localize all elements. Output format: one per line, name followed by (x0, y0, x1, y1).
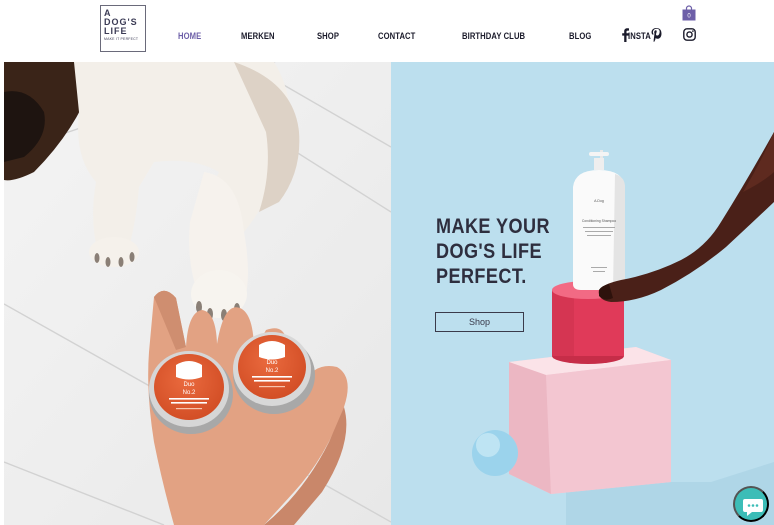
hero-headline-line-2: DOG'S LIFE (436, 240, 542, 263)
nav-item-merken[interactable]: MERKEN (241, 31, 275, 41)
site-header: A DOG'S LIFE MAKE IT PERFECT HOME MERKEN… (0, 0, 774, 62)
nav-item-contact[interactable]: CONTACT (378, 31, 415, 41)
hero-image-left: Duo No.2 Duo No.2 (4, 62, 391, 525)
site-logo[interactable]: A DOG'S LIFE MAKE IT PERFECT (100, 5, 146, 52)
chat-button[interactable] (733, 486, 769, 522)
bottle-label: Conditioning Shampoo (582, 219, 616, 223)
main-nav: HOME MERKEN SHOP CONTACT BIRTHDAY CLUB B… (178, 31, 655, 41)
pinterest-icon[interactable] (651, 28, 662, 47)
hero-headline-line-1: MAKE YOUR (436, 215, 550, 238)
hero-headline-line-3: PERFECT. (436, 265, 527, 288)
facebook-icon[interactable] (620, 28, 630, 47)
nav-item-home[interactable]: HOME (178, 31, 201, 41)
logo-tagline: MAKE IT PERFECT (104, 37, 139, 41)
hero-image-right: A.Dog Conditioning Shampoo (391, 62, 774, 525)
shop-button[interactable]: Shop (435, 312, 524, 332)
nav-item-blog[interactable]: BLOG (569, 31, 591, 41)
hero-headline: MAKE YOUR DOG'S LIFE PERFECT. (436, 214, 550, 289)
nav-item-birthday-club[interactable]: BIRTHDAY CLUB (462, 31, 525, 41)
instagram-icon[interactable] (683, 28, 696, 46)
tin-1-product: No.2 (183, 390, 196, 396)
chat-bubble-icon (743, 499, 763, 516)
nav-item-insta[interactable]: INSTA (628, 31, 651, 41)
nav-item-shop[interactable]: SHOP (317, 31, 339, 41)
tin-2-product: No.2 (266, 368, 279, 374)
cart-button[interactable]: 0 (682, 5, 696, 21)
tin-2-brand: Duo (266, 360, 278, 366)
shopping-bag-icon: 0 (682, 5, 696, 21)
tin-1-brand: Duo (183, 382, 195, 388)
bottle-brand: A.Dog (594, 199, 604, 203)
logo-line-3: LIFE (104, 26, 128, 36)
